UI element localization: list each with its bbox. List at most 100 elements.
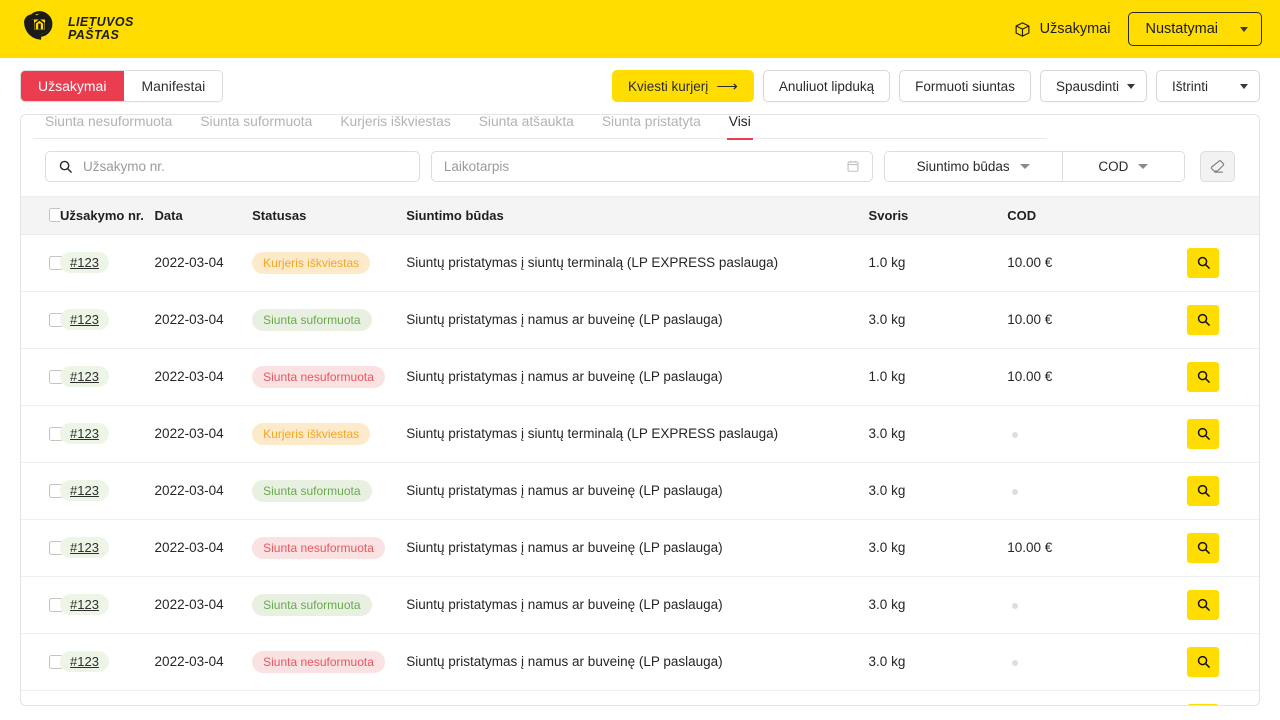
brand-logo[interactable]: LIETUVOS PAŠTAS xyxy=(20,9,134,49)
select-all-header xyxy=(21,196,60,234)
status-badge: Kurjeris iškviestas xyxy=(252,252,370,274)
cell-cod-empty xyxy=(1012,432,1018,438)
cell-weight: 1.0 kg xyxy=(869,348,1008,405)
table-row[interactable]: #123 2022-03-04Siunta nesuformuota Siuntų … xyxy=(21,348,1259,405)
view-order-button[interactable] xyxy=(1187,305,1219,335)
cell-shipping-method: Siuntų pristatymas į namus ar buveinę (L… xyxy=(406,348,868,405)
row-select-cell xyxy=(21,405,60,462)
cell-shipping-method: Siuntų pristatymas į namus ar buveinę (L… xyxy=(406,633,868,690)
cell-cod-value: 10.00 € xyxy=(1007,255,1052,270)
cell-weight: 3.0 kg xyxy=(869,462,1008,519)
column-header-shipping[interactable]: Siuntimo būdas xyxy=(406,196,868,234)
print-dropdown-button[interactable]: Spausdinti xyxy=(1040,70,1147,102)
order-link[interactable]: #123 xyxy=(60,480,109,501)
shipping-method-select[interactable]: Siuntimo būdas xyxy=(885,152,1063,181)
view-order-button[interactable] xyxy=(1187,476,1219,506)
row-select-cell xyxy=(21,291,60,348)
settings-label: Nustatymai xyxy=(1145,21,1218,37)
row-select-cell xyxy=(21,633,60,690)
header-orders-link[interactable]: Užsakymai xyxy=(1014,21,1111,38)
order-link[interactable]: #123 xyxy=(60,366,109,387)
cell-actions xyxy=(1187,348,1259,405)
table-row[interactable]: #1232022-03-04Siunta nesuformuotaSiuntų … xyxy=(21,519,1259,576)
cell-shipping-method: Siuntų pristatymas į namus ar buveinę (L… xyxy=(406,576,868,633)
column-header-actions xyxy=(1187,196,1259,234)
view-order-button[interactable] xyxy=(1187,704,1219,706)
status-badge: Siunta nesuformuota xyxy=(252,651,385,673)
chevron-down-icon xyxy=(1138,164,1148,169)
table-row[interactable]: #1232022-03-04Siunta nesuformuotaSiuntų … xyxy=(21,633,1259,690)
print-label: Spausdinti xyxy=(1056,79,1119,94)
column-header-order[interactable]: Užsakymo nr. xyxy=(60,196,155,234)
tab-label: Siunta pristatyta xyxy=(602,114,701,129)
order-link[interactable]: #123 xyxy=(60,309,109,330)
table-row[interactable]: #1232022-03-04Kurjeris iškviestasSiuntų … xyxy=(21,690,1259,706)
arrow-right-icon: ⟶ xyxy=(716,79,738,94)
view-order-button[interactable] xyxy=(1187,419,1219,449)
tab-siunta-atsaukta[interactable]: Siunta atšaukta xyxy=(465,115,588,139)
calendar-icon xyxy=(846,159,860,173)
view-order-button[interactable] xyxy=(1187,533,1219,563)
search-icon xyxy=(1196,369,1211,384)
cell-cod: 10.00 € xyxy=(1007,519,1187,576)
tab-visi[interactable]: Visi xyxy=(715,115,765,139)
tab-siunta-pristatyta[interactable]: Siunta pristatyta xyxy=(588,115,715,139)
cell-order: #123 xyxy=(60,633,155,690)
view-order-button[interactable] xyxy=(1187,647,1219,677)
order-link[interactable]: #123 xyxy=(60,651,109,672)
search-input-placeholder: Užsakymo nr. xyxy=(83,159,165,174)
search-icon xyxy=(1196,255,1211,270)
filter-bar: Užsakymo nr. Laikotarpis Siuntimo būdas … xyxy=(21,139,1259,196)
cod-select[interactable]: COD xyxy=(1063,152,1184,181)
order-link[interactable]: #123 xyxy=(60,594,109,615)
table-row[interactable]: #1232022-03-04Kurjeris iškviestasSiuntų … xyxy=(21,405,1259,462)
cell-actions xyxy=(1187,633,1259,690)
cell-actions xyxy=(1187,405,1259,462)
search-input[interactable]: Užsakymo nr. xyxy=(45,151,420,182)
segment-manifests[interactable]: Manifestai xyxy=(124,71,222,101)
cell-cod-value: 10.00 € xyxy=(1007,312,1052,327)
table-header-row: Užsakymo nr. Data Statusas Siuntimo būda… xyxy=(21,196,1259,234)
tab-siunta-nesuformuota[interactable]: Siunta nesuformuota xyxy=(31,115,186,139)
cell-status: Siunta nesuformuota xyxy=(252,348,406,405)
table-row[interactable]: #1232022-03-04Kurjeris iškviestasSiuntų … xyxy=(21,234,1259,291)
cell-cod xyxy=(1007,633,1187,690)
row-select-cell xyxy=(21,576,60,633)
view-order-button[interactable] xyxy=(1187,248,1219,278)
cell-date: 2022-03-04 xyxy=(155,519,253,576)
create-shipments-button[interactable]: Formuoti siuntas xyxy=(899,70,1031,102)
segment-orders[interactable]: Užsakymai xyxy=(21,71,124,101)
view-order-button[interactable] xyxy=(1187,590,1219,620)
view-order-button[interactable] xyxy=(1187,362,1219,392)
column-header-status[interactable]: Statusas xyxy=(252,196,406,234)
table-row[interactable]: #1232022-03-04Siunta suformuotaSiuntų pr… xyxy=(21,462,1259,519)
column-header-weight[interactable]: Svoris xyxy=(869,196,1008,234)
cell-date: 2022-03-04 xyxy=(155,348,253,405)
tab-kurjeris-iskviestas[interactable]: Kurjeris iškviestas xyxy=(326,115,464,139)
column-header-cod[interactable]: COD xyxy=(1007,196,1187,234)
eraser-icon xyxy=(1209,158,1226,175)
order-link[interactable]: #123 xyxy=(60,537,109,558)
row-select-cell xyxy=(21,462,60,519)
tab-siunta-suformuota[interactable]: Siunta suformuota xyxy=(186,115,326,139)
cancel-label-button[interactable]: Anuliuot lipduką xyxy=(763,70,890,102)
delete-dropdown-button[interactable]: Ištrinti xyxy=(1156,70,1260,102)
table-row[interactable]: #1232022-03-04Siunta suformuotaSiuntų pr… xyxy=(21,291,1259,348)
order-link[interactable]: #123 xyxy=(60,252,109,273)
cell-order: #123 xyxy=(60,348,155,405)
cell-actions xyxy=(1187,462,1259,519)
period-input[interactable]: Laikotarpis xyxy=(431,151,873,182)
table-row[interactable]: #1232022-03-04Siunta suformuotaSiuntų pr… xyxy=(21,576,1259,633)
clear-filters-button[interactable] xyxy=(1200,151,1235,182)
cell-shipping-method: Siuntų pristatymas į siuntų terminalą (L… xyxy=(406,405,868,462)
status-badge: Siunta nesuformuota xyxy=(252,366,385,388)
settings-dropdown-button[interactable]: Nustatymai xyxy=(1128,12,1262,46)
order-link[interactable]: #123 xyxy=(60,423,109,444)
column-header-date[interactable]: Data xyxy=(155,196,253,234)
header-actions: Užsakymai Nustatymai xyxy=(1014,12,1262,46)
cell-order: #123 xyxy=(60,462,155,519)
cell-cod xyxy=(1007,690,1187,706)
cell-status: Siunta suformuota xyxy=(252,576,406,633)
call-courier-button[interactable]: Kviesti kurjerį ⟶ xyxy=(612,70,754,102)
search-icon xyxy=(58,159,73,174)
